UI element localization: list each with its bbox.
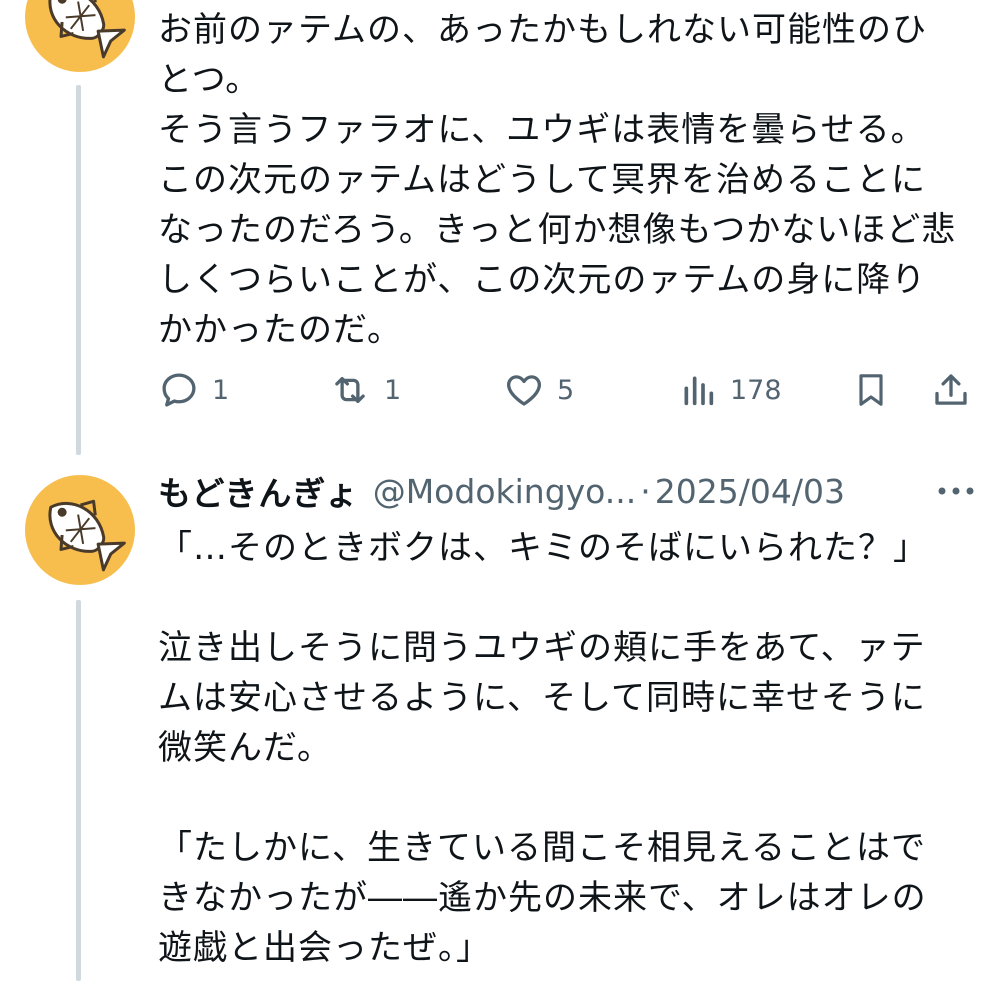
tweet-actions: 1 1 5 178 [158,360,978,420]
thread-line [76,85,81,455]
separator: · [640,471,651,511]
display-name[interactable]: もどきんぎょ [158,467,359,515]
reply-button[interactable]: 1 [158,360,229,420]
views-button[interactable]: 178 [678,360,782,420]
bookmark-icon [859,374,883,406]
repost-icon [335,376,365,404]
user-handle[interactable]: @Modokingyo... [373,472,637,511]
thread-line [76,600,81,981]
bookmark-button[interactable] [851,360,891,420]
tweet-text: 「…そのときボクは、キミのそばにいられた？」 泣き出しそうに問うユウギの頬に手を… [158,528,928,968]
repost-button[interactable]: 1 [328,360,401,420]
repost-count: 1 [384,374,402,406]
avatar[interactable] [25,0,135,72]
views-count: 178 [730,374,782,406]
avatar[interactable] [25,475,135,585]
tweet-text: お前のァテムの、あったかもしれない可能性のひとつ。 そう言うファラオに、ユウギは… [158,10,957,350]
reply-icon [162,373,196,407]
share-icon [935,374,967,405]
tweet-date[interactable]: 2025/04/03 [655,472,845,511]
like-count: 5 [557,374,575,406]
like-button[interactable]: 5 [503,360,574,420]
views-icon [684,376,714,406]
more-icon[interactable] [934,478,978,504]
tweet-header: もどきんぎょ @Modokingyo... · 2025/04/03 [158,466,978,516]
fish-avatar-icon [48,0,126,59]
share-button[interactable] [930,360,972,420]
fish-avatar-icon [48,499,126,572]
like-icon [507,375,541,406]
reply-count: 1 [212,374,230,406]
